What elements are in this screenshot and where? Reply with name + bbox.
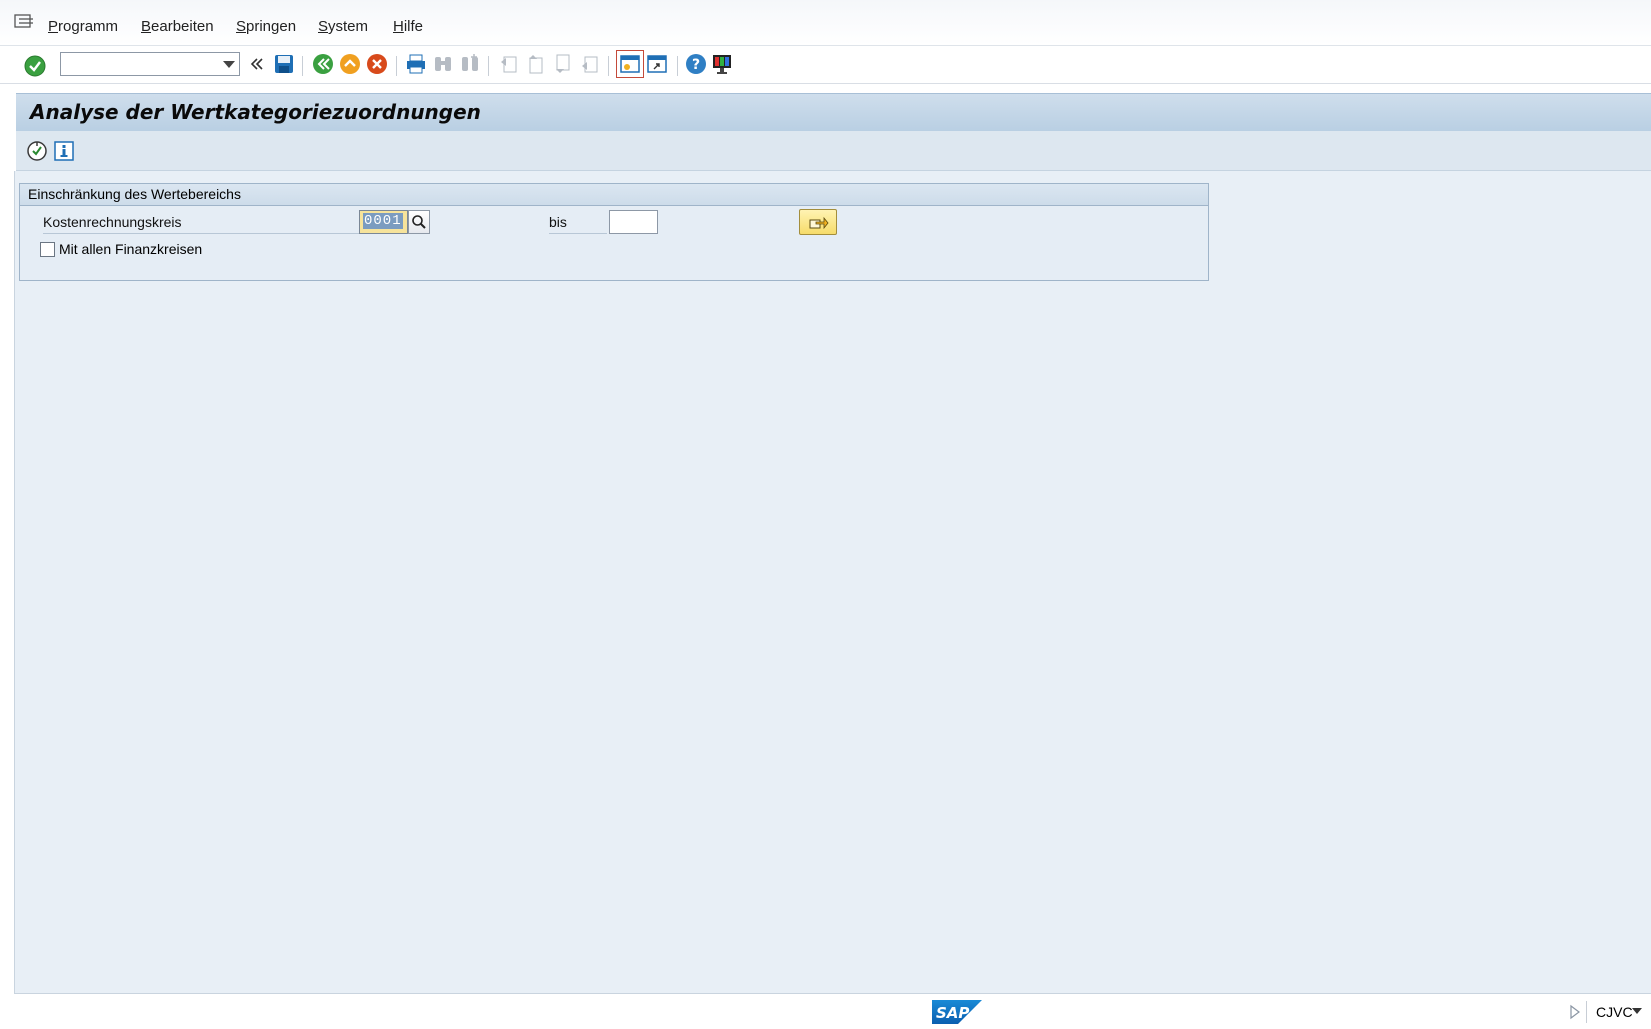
app-menu-icon[interactable] — [14, 14, 34, 30]
enter-check-icon — [24, 55, 46, 77]
group-title: Einschränkung des Wertebereichs — [20, 184, 1208, 206]
sap-logo-icon: SAP — [932, 1000, 982, 1024]
first-page-button[interactable] — [497, 52, 521, 76]
cancel-icon — [367, 54, 387, 74]
history-back-icon — [250, 58, 263, 70]
search-icon — [412, 215, 426, 229]
save-icon — [275, 55, 293, 73]
print-button[interactable] — [404, 52, 428, 76]
print-icon — [407, 54, 425, 74]
kostenrechnungskreis-from-value: 0001 — [363, 213, 403, 229]
info-icon — [54, 141, 74, 161]
exit-button[interactable] — [338, 52, 362, 76]
command-field[interactable] — [60, 52, 240, 76]
next-page-button[interactable] — [551, 52, 575, 76]
help-icon: ? — [686, 54, 706, 74]
execute-button[interactable] — [25, 139, 49, 163]
kostenrechnungskreis-to-input[interactable] — [609, 210, 658, 234]
back-icon — [313, 54, 333, 74]
first-page-icon — [501, 56, 517, 73]
main-content — [14, 171, 1651, 994]
svg-text:SAP: SAP — [936, 1004, 969, 1022]
kostenrechnungskreis-from-input[interactable]: 0001 — [359, 210, 408, 234]
find-icon — [435, 57, 451, 71]
customize-layout-icon — [713, 55, 731, 74]
new-session-button[interactable] — [616, 50, 644, 78]
page-title: Analyse der Wertkategoriezuordnungen — [30, 100, 481, 124]
application-toolbar — [16, 131, 1651, 171]
info-button[interactable] — [52, 139, 76, 163]
create-shortcut-icon — [647, 55, 667, 73]
last-page-icon — [582, 56, 598, 73]
execute-icon — [27, 141, 47, 161]
back-button[interactable] — [311, 52, 335, 76]
title-bar: Analyse der Wertkategoriezuordnungen — [16, 93, 1651, 131]
find-next-icon — [462, 54, 478, 71]
new-session-icon — [620, 55, 640, 73]
find-button[interactable] — [431, 52, 455, 76]
sap-logo: SAP — [932, 1000, 982, 1024]
status-bar — [0, 994, 1651, 1029]
help-button[interactable]: ? — [684, 52, 708, 76]
svg-text:?: ? — [692, 57, 700, 73]
enter-button[interactable] — [23, 54, 47, 78]
alle-finanzkreise-checkbox[interactable] — [40, 242, 55, 257]
status-expand-icon[interactable] — [1569, 1004, 1581, 1020]
next-page-icon — [556, 54, 570, 73]
command-input[interactable] — [61, 53, 211, 75]
alle-finanzkreise-label: Mit allen Finanzkreisen — [59, 241, 203, 257]
bis-label: bis — [549, 214, 607, 234]
previous-page-button[interactable] — [524, 52, 548, 76]
kostenrechnungskreis-label: Kostenrechnungskreis — [43, 214, 363, 234]
value-help-button[interactable] — [408, 210, 430, 234]
chevron-down-icon[interactable] — [223, 61, 235, 68]
menu-springen[interactable]: Springen — [236, 18, 296, 35]
exit-icon — [340, 54, 360, 74]
previous-page-icon — [529, 55, 543, 74]
multiple-selection-arrow-icon — [809, 216, 829, 230]
menu-system[interactable]: System — [318, 18, 368, 35]
menu-programm[interactable]: Programm — [48, 18, 118, 35]
multiple-selection-button[interactable] — [799, 209, 837, 235]
cancel-button[interactable] — [365, 52, 389, 76]
last-page-button[interactable] — [578, 52, 602, 76]
menu-hilfe[interactable]: Hilfe — [393, 18, 423, 35]
create-shortcut-button[interactable] — [645, 52, 669, 76]
save-button[interactable] — [272, 52, 296, 76]
history-back-button[interactable] — [245, 52, 269, 76]
menu-bearbeiten[interactable]: Bearbeiten — [141, 18, 214, 35]
customize-layout-button[interactable] — [710, 52, 734, 76]
system-info-dropdown-icon[interactable] — [1632, 1008, 1642, 1014]
menu-bar: Programm Bearbeiten Springen System Hilf… — [0, 0, 1651, 46]
system-info[interactable]: CJVC — [1596, 1004, 1633, 1020]
find-next-button[interactable] — [458, 52, 482, 76]
